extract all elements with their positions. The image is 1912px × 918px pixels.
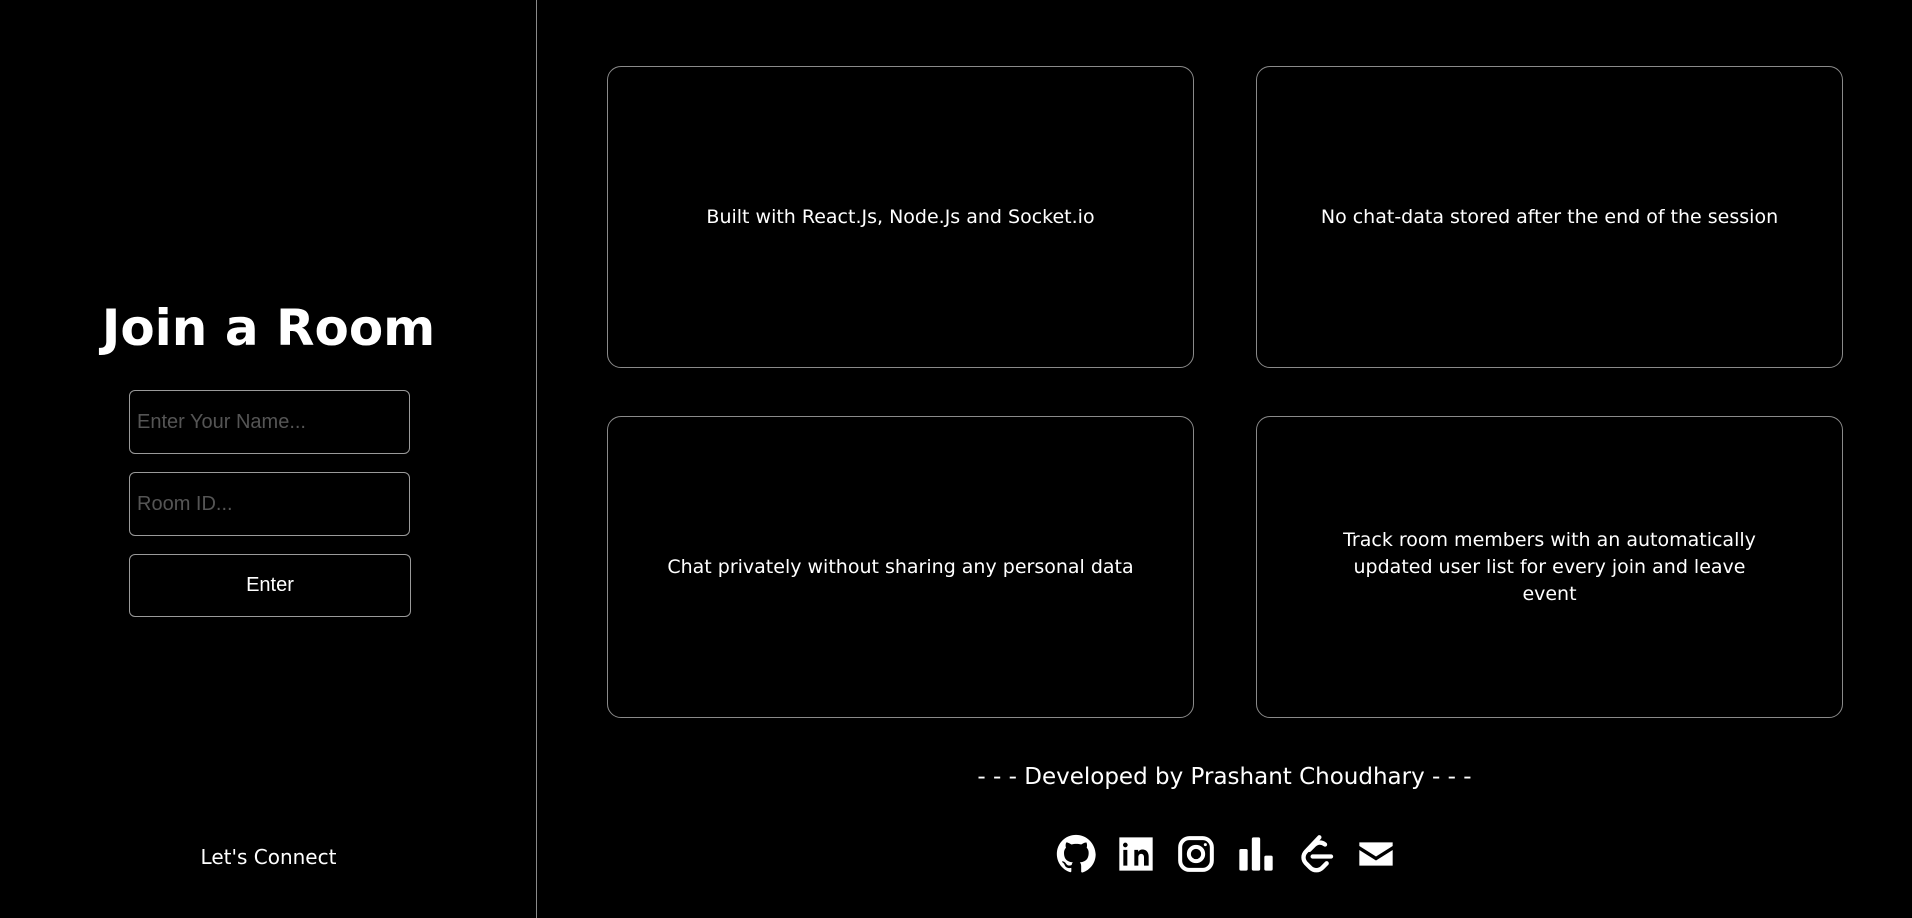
social-links — [1056, 832, 1396, 876]
join-panel: Join a Room Enter Let's Connect — [0, 0, 537, 918]
github-link[interactable] — [1056, 834, 1096, 874]
room-id-input[interactable] — [129, 472, 410, 536]
github-icon — [1056, 834, 1096, 873]
leetcode-icon — [1301, 835, 1334, 873]
feature-text: Track room members with an automatically… — [1343, 528, 1756, 605]
feature-text: No chat-data stored after the end of the… — [1320, 205, 1779, 228]
developer-credit: - - - Developed by Prashant Choudhary - … — [977, 764, 1472, 790]
feature-text: Chat privately without sharing any perso… — [667, 555, 1134, 578]
instagram-link[interactable] — [1176, 834, 1216, 874]
bar-chart-icon — [1239, 837, 1273, 871]
mail-icon — [1359, 842, 1393, 866]
email-link[interactable] — [1356, 834, 1396, 874]
leetcode-link[interactable] — [1296, 834, 1336, 874]
feature-card-tech-stack: Built with React.Js, Node.Js and Socket.… — [607, 66, 1194, 368]
feature-text: Built with React.Js, Node.Js and Socket.… — [706, 205, 1095, 228]
name-input[interactable] — [129, 390, 410, 454]
stats-link[interactable] — [1236, 834, 1276, 874]
instagram-icon — [1178, 836, 1214, 872]
linkedin-link[interactable] — [1116, 834, 1156, 874]
feature-card-user-list: Track room members with an automatically… — [1256, 416, 1843, 718]
enter-button[interactable]: Enter — [129, 554, 411, 617]
feature-card-privacy: Chat privately without sharing any perso… — [607, 416, 1194, 718]
feature-card-no-storage: No chat-data stored after the end of the… — [1256, 66, 1843, 368]
app-root: Join a Room Enter Let's Connect Built wi… — [0, 0, 1912, 918]
linkedin-icon — [1119, 837, 1153, 871]
join-title: Join a Room — [101, 299, 436, 357]
lets-connect-label: Let's Connect — [200, 845, 337, 869]
